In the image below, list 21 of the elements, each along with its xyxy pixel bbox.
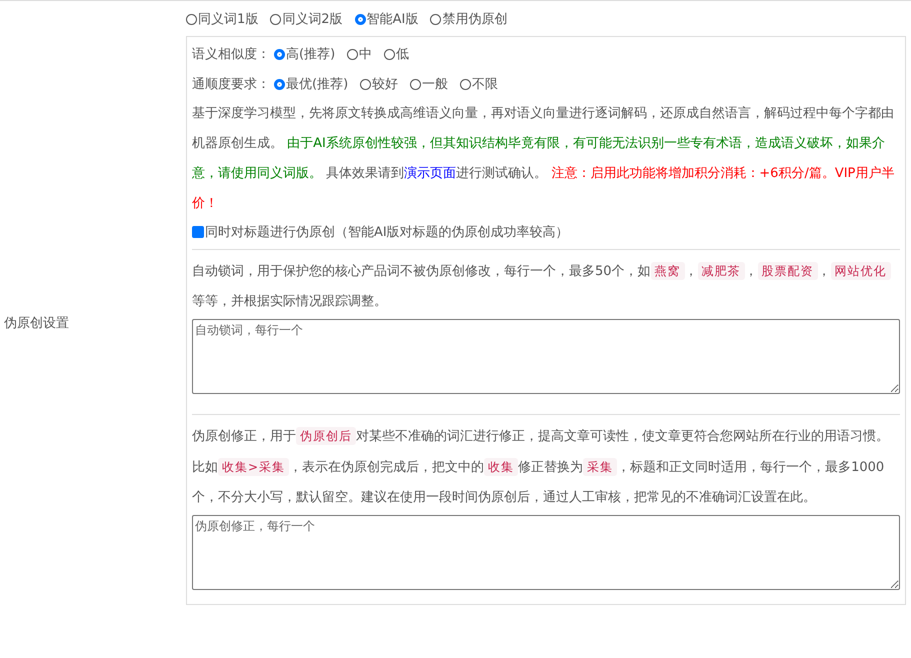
radio-option[interactable]: 最优(推荐) xyxy=(274,75,348,93)
option-label: 语义相似度： xyxy=(192,46,270,63)
option-label: 通顺度要求： xyxy=(192,76,270,93)
radio-option[interactable]: 同义词1版 xyxy=(186,10,258,28)
radio-option[interactable]: 智能AI版 xyxy=(354,10,418,28)
radio-option[interactable]: 高(推荐) xyxy=(274,45,336,63)
radio-option[interactable]: 中 xyxy=(347,45,372,63)
section-label: 伪原创设置 xyxy=(4,315,69,332)
title-rewrite-checkbox[interactable]: 同时对标题进行伪原创（智能AI版对标题的伪原创成功率较高） xyxy=(192,219,900,245)
correction-description: 伪原创修正，用于 伪原创后 对某些不准确的词汇进行修正，提高文章可读性，使文章更符合您网站所在行业的用语习惯。比如 收集>采集 ，表示在伪原创完成后，把文中的 收集 修正替换为 采集 ，标题和正文同时适用，每行一个，最多1000个，不分大小写，默认留空。建议在使用一段时间伪原创后，通过人工审核，把常见的不准确词汇设置在此。 xyxy=(192,426,890,507)
radio-option[interactable]: 同义词2版 xyxy=(270,10,343,28)
ai-description: 基于深度学习模型，先将原文转换成高维语义向量，再对语义向量进行逐词解码，还原成自然语言，解码过程中每个字都由机器原创生成。 由于AI系统原创性较强，但其知识结构毕竟有限，有可能无法识别一些专有术语，造成语义破坏，如果介意，请使用同义词版。 具体效果请到演示页面进行测试确认。 注意：启用此功能将增加积分消耗：+6积分/篇。VIP用户半价！ xyxy=(192,105,896,213)
lock-words-description: 自动锁词，用于保护您的核心产品词不被伪原创修改，每行一个，最多50个，如 燕窝 ， 减肥茶 ， 股票配资 ， 网站优化 等等，并根据实际情况跟踪调整。 xyxy=(192,256,900,317)
radio-option[interactable]: 一般 xyxy=(410,75,448,93)
correction-field[interactable]: 伪原创修正，每行一个 xyxy=(192,515,900,590)
demo-page-link[interactable]: 演示页面 xyxy=(404,166,456,181)
radio-option[interactable]: 禁用伪原创 xyxy=(430,10,508,28)
radio-option[interactable]: 较好 xyxy=(360,75,398,93)
radio-option[interactable]: 不限 xyxy=(460,75,498,93)
lock-words-field[interactable]: 自动锁词，每行一个 xyxy=(192,319,900,394)
radio-option[interactable]: 低 xyxy=(384,45,410,63)
